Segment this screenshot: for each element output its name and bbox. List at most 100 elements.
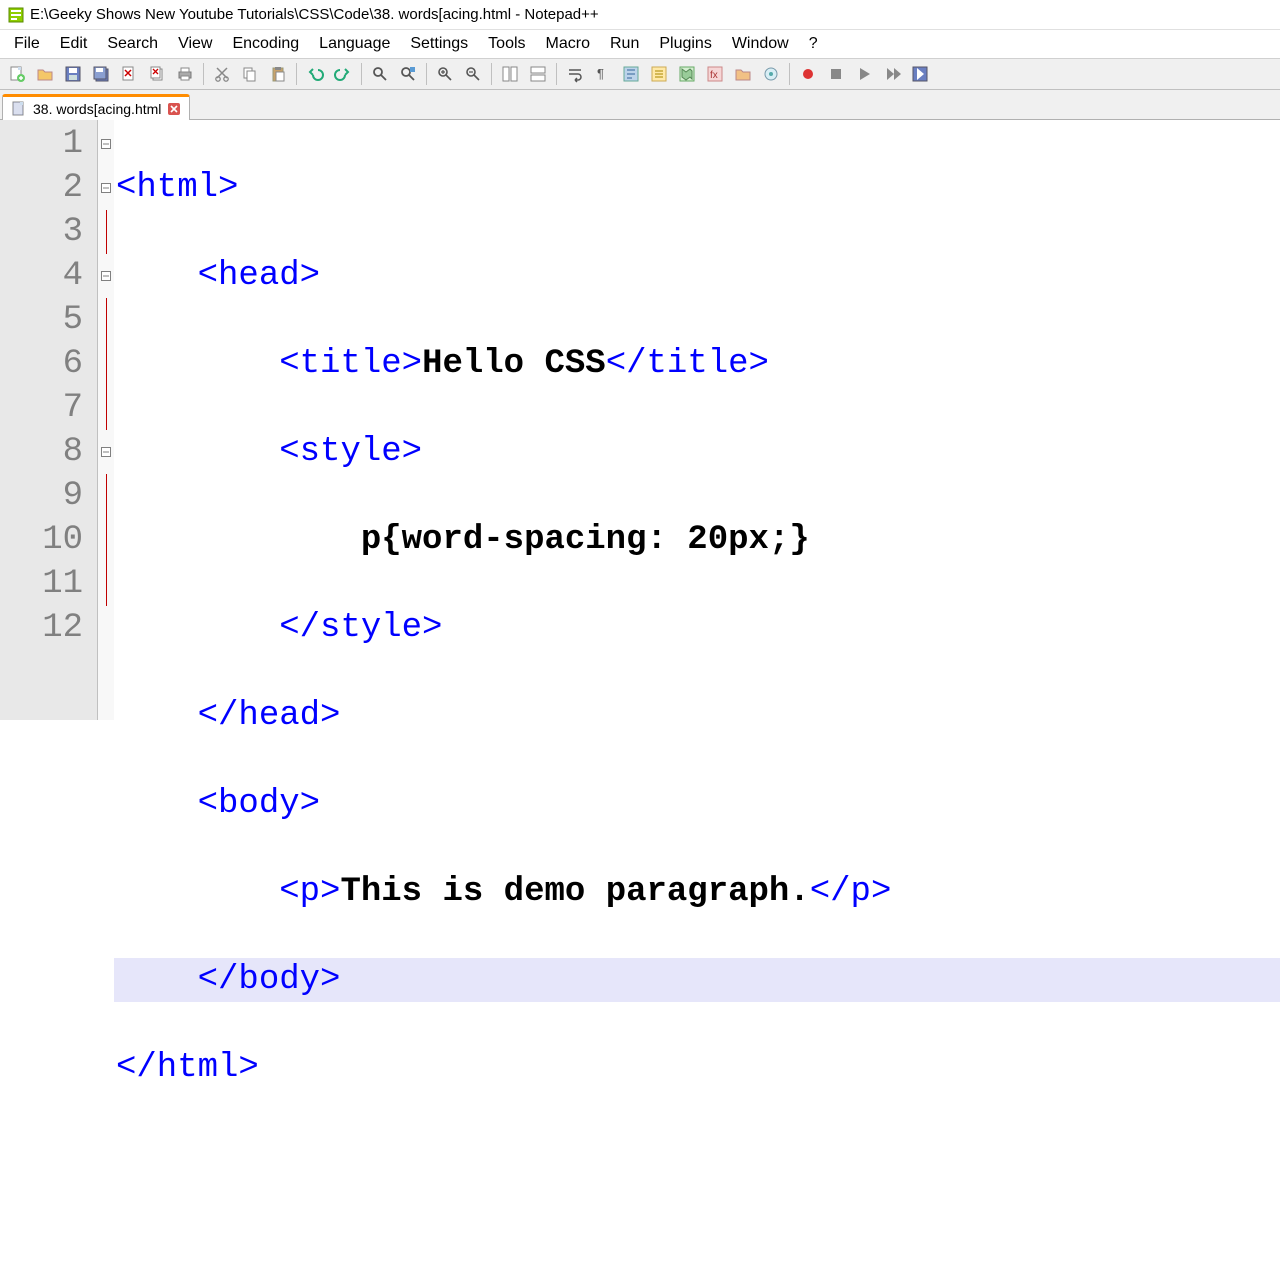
menu-file[interactable]: File: [4, 31, 50, 57]
fold-toggle-icon[interactable]: [101, 139, 111, 149]
tab-close-icon[interactable]: [167, 102, 181, 116]
fold-guide: [106, 342, 107, 386]
fold-guide: [106, 210, 107, 254]
line-number-gutter: 1 2 3 4 5 6 7 8 9 10 11 12: [0, 120, 98, 720]
menu-run[interactable]: Run: [600, 31, 649, 57]
menu-macro[interactable]: Macro: [536, 31, 600, 57]
line-number: 6: [0, 342, 83, 386]
menu-bar: File Edit Search View Encoding Language …: [0, 30, 1280, 58]
menu-search[interactable]: Search: [97, 31, 168, 57]
toolbar-separator: [361, 63, 362, 85]
record-button[interactable]: [795, 61, 821, 87]
tab-bar: 38. words[acing.html: [0, 90, 1280, 120]
copy-button[interactable]: [237, 61, 263, 87]
file-icon: [11, 101, 27, 117]
line-number: 5: [0, 298, 83, 342]
menu-language[interactable]: Language: [309, 31, 400, 57]
find-button[interactable]: [367, 61, 393, 87]
new-file-button[interactable]: [4, 61, 30, 87]
code-text: <head>: [198, 257, 320, 295]
redo-button[interactable]: [330, 61, 356, 87]
code-text: <body>: [198, 785, 320, 823]
code-text: </style>: [279, 609, 442, 647]
toolbar-separator: [789, 63, 790, 85]
line-number: 11: [0, 562, 83, 606]
toolbar: ¶ fx: [0, 58, 1280, 90]
svg-text:fx: fx: [710, 70, 718, 81]
replace-button[interactable]: [395, 61, 421, 87]
code-text: <style>: [279, 433, 422, 471]
fold-guide: [106, 386, 107, 430]
print-button[interactable]: [172, 61, 198, 87]
menu-tools[interactable]: Tools: [478, 31, 535, 57]
sync-v-button[interactable]: [497, 61, 523, 87]
save-macro-button[interactable]: [907, 61, 933, 87]
code-editor[interactable]: 1 2 3 4 5 6 7 8 9 10 11 12 <html> <head>…: [0, 120, 1280, 720]
save-button[interactable]: [60, 61, 86, 87]
sync-h-button[interactable]: [525, 61, 551, 87]
doc-map-button[interactable]: [674, 61, 700, 87]
fold-guide: [106, 562, 107, 606]
fold-guide: [106, 298, 107, 342]
show-all-chars-button[interactable]: ¶: [590, 61, 616, 87]
code-text: Hello CSS: [422, 345, 606, 383]
line-number: 2: [0, 166, 83, 210]
line-number: 7: [0, 386, 83, 430]
code-text: <title>: [279, 345, 422, 383]
save-all-button[interactable]: [88, 61, 114, 87]
line-number: 8: [0, 430, 83, 474]
stop-button[interactable]: [823, 61, 849, 87]
code-text: </title>: [606, 345, 769, 383]
tab-label: 38. words[acing.html: [33, 101, 161, 117]
cut-button[interactable]: [209, 61, 235, 87]
code-text: </body>: [198, 961, 341, 999]
fold-guide: [106, 518, 107, 562]
fold-guide: [106, 474, 107, 518]
toolbar-separator: [296, 63, 297, 85]
window-title: E:\Geeky Shows New Youtube Tutorials\CSS…: [30, 6, 599, 23]
wordwrap-button[interactable]: [562, 61, 588, 87]
line-number: 4: [0, 254, 83, 298]
function-list-button[interactable]: fx: [702, 61, 728, 87]
code-text: <html>: [116, 169, 238, 207]
folder-button[interactable]: [730, 61, 756, 87]
toolbar-separator: [556, 63, 557, 85]
monitor-button[interactable]: [758, 61, 784, 87]
menu-encoding[interactable]: Encoding: [222, 31, 309, 57]
play-button[interactable]: [851, 61, 877, 87]
zoom-out-button[interactable]: [460, 61, 486, 87]
menu-help[interactable]: ?: [799, 31, 828, 57]
app-icon: [8, 7, 24, 23]
fold-toggle-icon[interactable]: [101, 271, 111, 281]
toolbar-separator: [203, 63, 204, 85]
code-text: p{word-spacing: 20px;}: [361, 521, 810, 559]
menu-view[interactable]: View: [168, 31, 222, 57]
close-all-button[interactable]: [144, 61, 170, 87]
code-text: <p>: [279, 873, 340, 911]
open-file-button[interactable]: [32, 61, 58, 87]
line-number: 12: [0, 606, 83, 650]
code-area[interactable]: <html> <head> <title>Hello CSS</title> <…: [114, 120, 1280, 720]
line-number: 3: [0, 210, 83, 254]
close-button[interactable]: [116, 61, 142, 87]
code-text: </p>: [810, 873, 892, 911]
line-number: 10: [0, 518, 83, 562]
menu-window[interactable]: Window: [722, 31, 799, 57]
fold-toggle-icon[interactable]: [101, 447, 111, 457]
paste-button[interactable]: [265, 61, 291, 87]
menu-plugins[interactable]: Plugins: [649, 31, 721, 57]
undo-button[interactable]: [302, 61, 328, 87]
playloop-button[interactable]: [879, 61, 905, 87]
indent-guide-button[interactable]: [618, 61, 644, 87]
fold-toggle-icon[interactable]: [101, 183, 111, 193]
menu-edit[interactable]: Edit: [50, 31, 98, 57]
menu-settings[interactable]: Settings: [400, 31, 478, 57]
zoom-in-button[interactable]: [432, 61, 458, 87]
toolbar-separator: [491, 63, 492, 85]
fold-column: [98, 120, 114, 720]
toolbar-separator: [426, 63, 427, 85]
tab-active[interactable]: 38. words[acing.html: [2, 94, 190, 120]
udl-button[interactable]: [646, 61, 672, 87]
code-text: This is demo paragraph.: [340, 873, 809, 911]
line-number: 1: [0, 122, 83, 166]
